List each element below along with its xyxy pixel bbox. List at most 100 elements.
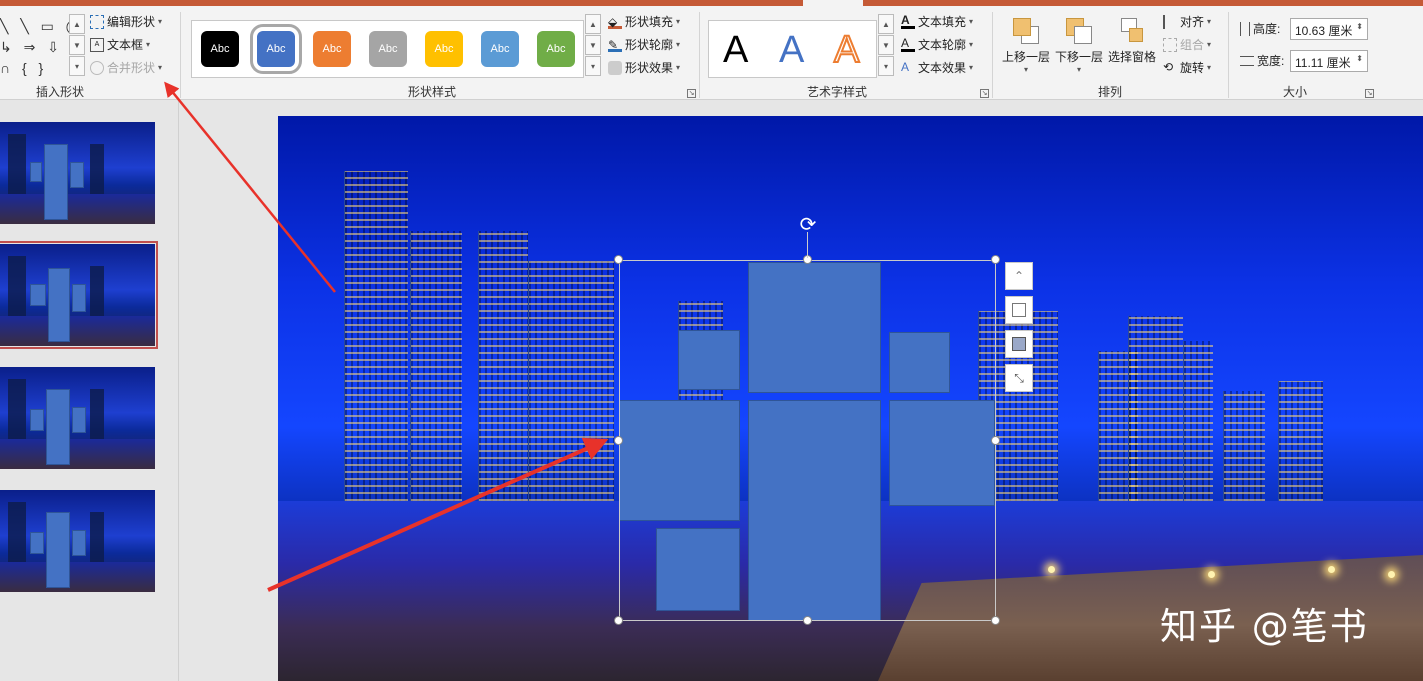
shape-outline-button[interactable]: ✎ 形状轮廓 ▾ — [608, 36, 680, 53]
rotate-button[interactable]: ⟲ 旋转 ▾ — [1163, 59, 1211, 76]
divider — [1228, 12, 1229, 98]
style-swatch[interactable]: Abc — [313, 31, 351, 67]
width-label: 宽度: — [1240, 52, 1284, 69]
resize-handle[interactable] — [614, 436, 623, 445]
shape-outline-icon: ✎ — [608, 38, 622, 52]
divider — [699, 12, 700, 98]
shape-style-gallery: Abc Abc Abc Abc Abc Abc Abc — [191, 20, 584, 78]
selection-pane-button[interactable]: 选择窗格 — [1108, 16, 1156, 65]
slide-thumbnail[interactable] — [0, 122, 155, 224]
gallery-up-icon[interactable]: ▲ — [69, 14, 85, 34]
building — [1183, 341, 1213, 501]
slide-thumbnail[interactable] — [0, 367, 155, 469]
slide-thumbnail[interactable] — [0, 490, 155, 592]
edit-shape-button[interactable]: 编辑形状 ▾ — [90, 13, 162, 30]
text-box-icon: A — [90, 37, 104, 52]
wordart-sample[interactable]: A — [833, 28, 860, 72]
light — [1388, 571, 1395, 578]
resize-handle[interactable] — [991, 616, 1000, 625]
building — [410, 231, 462, 501]
insert-shapes-group-label: 插入形状 — [35, 85, 84, 99]
collapse-icon[interactable]: ⌃ — [1005, 262, 1033, 290]
divider — [992, 12, 993, 98]
shape-styles-launcher-icon[interactable]: ↘ — [687, 89, 696, 98]
height-spinner-icon[interactable]: ⬍ — [1356, 22, 1363, 36]
wordart-sample[interactable]: A — [779, 29, 804, 72]
height-input[interactable]: 10.63 厘米 ⬍ — [1290, 18, 1368, 40]
edit-shape-icon — [90, 14, 104, 29]
arrange-group-label: 排列 — [1097, 85, 1122, 99]
group-icon — [1163, 37, 1177, 52]
divider — [180, 12, 181, 98]
style-gallery-more-icon[interactable]: ▾ — [585, 56, 601, 76]
wordart-up-icon[interactable]: ▲ — [878, 14, 894, 34]
slide-canvas[interactable]: ⟳ ⌃ ⤡ 知乎 @笔书 — [278, 116, 1423, 681]
style-swatch[interactable]: Abc — [369, 31, 407, 67]
shape-gallery[interactable]: ╲ ╲ ▭ ◯ ↳ ⇒ ⇩ ∩ { } — [0, 16, 70, 78]
wordart-sample[interactable]: A — [723, 29, 748, 72]
style-gallery-down-icon[interactable]: ▼ — [585, 35, 601, 55]
wordart-group-label: 艺术字样式 — [806, 85, 867, 99]
width-spinner-icon[interactable]: ⬍ — [1356, 54, 1363, 68]
building — [344, 171, 408, 501]
resize-handle[interactable] — [991, 436, 1000, 445]
height-label: 高度: — [1240, 20, 1280, 37]
shape-effects-button[interactable]: 形状效果 ▾ — [608, 59, 680, 76]
bring-forward-button[interactable]: 上移一层 ▾ — [1002, 16, 1050, 74]
resize-handle[interactable] — [803, 616, 812, 625]
style-swatch-selected[interactable]: Abc — [250, 24, 302, 74]
style-swatch[interactable]: Abc — [537, 31, 575, 67]
width-icon — [1240, 55, 1254, 66]
wordart-down-icon[interactable]: ▼ — [878, 35, 894, 55]
bring-forward-icon — [1011, 16, 1041, 46]
style-swatch[interactable]: Abc — [201, 31, 239, 67]
resize-handle[interactable] — [614, 255, 623, 264]
wordart-more-icon[interactable]: ▾ — [878, 56, 894, 76]
gallery-down-icon[interactable]: ▼ — [69, 35, 85, 55]
text-box-button[interactable]: A 文本框 ▾ — [90, 36, 150, 53]
resize-handle[interactable] — [614, 616, 623, 625]
send-backward-icon — [1064, 16, 1094, 46]
align-button[interactable]: 对齐 ▾ — [1163, 13, 1211, 30]
layout-options-icon[interactable] — [1005, 296, 1033, 324]
gallery-more-icon[interactable]: ▾ — [69, 56, 85, 76]
text-fill-button[interactable]: A 文本填充 ▾ — [901, 13, 973, 30]
merge-shapes-button[interactable]: 合并形状 ▾ — [90, 59, 162, 76]
style-swatch[interactable]: Abc — [425, 31, 463, 67]
text-effects-button[interactable]: A 文本效果 ▾ — [901, 59, 973, 76]
send-backward-button[interactable]: 下移一层 ▾ — [1055, 16, 1103, 74]
building — [478, 231, 528, 501]
group-button[interactable]: 组合 ▾ — [1163, 36, 1211, 53]
shape-fill-button[interactable]: ⬙ 形状填充 ▾ — [608, 13, 680, 30]
building — [528, 261, 614, 501]
text-outline-button[interactable]: A 文本轮廓 ▾ — [901, 36, 973, 53]
height-icon — [1240, 21, 1250, 36]
shape-styles-group-label: 形状样式 — [407, 85, 456, 99]
size-launcher-icon[interactable]: ↘ — [1365, 89, 1374, 98]
text-fill-icon: A — [901, 14, 915, 29]
light — [1328, 566, 1335, 573]
resize-handle[interactable] — [991, 255, 1000, 264]
building — [1128, 316, 1183, 501]
size-group-label: 大小 — [1282, 85, 1307, 99]
building — [1223, 391, 1265, 501]
merge-shapes-icon — [90, 60, 104, 75]
style-gallery-up-icon[interactable]: ▲ — [585, 14, 601, 34]
selection-box — [619, 260, 996, 621]
align-icon — [1163, 14, 1177, 29]
text-effects-icon: A — [901, 59, 910, 74]
building — [1278, 381, 1323, 501]
light — [1208, 571, 1215, 578]
light — [1048, 566, 1055, 573]
crop-icon[interactable]: ⤡ — [1005, 364, 1033, 392]
wordart-gallery: A A A — [708, 20, 877, 78]
width-input[interactable]: 11.11 厘米 ⬍ — [1290, 50, 1368, 72]
arrange-icon[interactable] — [1005, 330, 1033, 358]
selection-pane-icon — [1117, 16, 1147, 46]
wordart-launcher-icon[interactable]: ↘ — [980, 89, 989, 98]
text-outline-icon: A — [901, 37, 915, 52]
ribbon: ╲ ╲ ▭ ◯ ↳ ⇒ ⇩ ∩ { } ▲ ▼ ▾ 编辑形状▾ A 文本框▾ 合… — [0, 6, 1423, 100]
rotate-handle-icon[interactable]: ⟳ — [796, 215, 820, 237]
slide-thumbnail-selected[interactable] — [0, 241, 158, 349]
style-swatch[interactable]: Abc — [481, 31, 519, 67]
